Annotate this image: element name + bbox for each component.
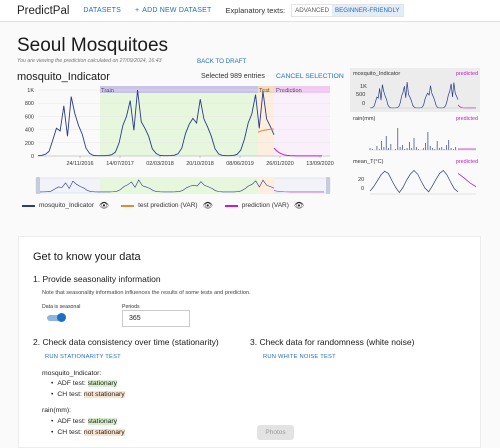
seasonal-label: Data is seasonal [42,304,81,310]
toggle-knob [57,313,66,322]
x-tick-label: 24/11/2016 [66,161,93,167]
ch-test-result: • CH test: not stationary [51,391,125,398]
x-tick-label: 14/07/2017 [106,161,134,167]
legend-label-prediction: prediction (VAR) [241,202,289,209]
seasonal-toggle[interactable] [47,313,66,322]
x-tick-label: 20/10/2018 [186,161,214,167]
side-chart-mosquito[interactable]: mosquito_Indicator predicted 1K 500 0 [350,68,480,112]
ch-label: CH test: [57,429,82,436]
chart-legend: mosquito_Indicator 👁 test prediction (VA… [22,201,316,210]
y-tick-label: 600 [25,114,34,120]
step2-title: 2. Check data consistency over time (sta… [33,337,219,347]
ch-value: not stationary [83,391,125,398]
adf-test-result: • ADF test: stationary [51,418,118,425]
region-label: Test [259,88,270,94]
legend-label-actual: mosquito_Indicator [39,202,94,209]
legend-swatch-actual [22,204,35,207]
side-line [369,169,459,194]
overview-train-region [100,178,258,193]
x-tick-label: 26/01/2020 [266,161,294,167]
adf-test-result: • ADF test: stationary [51,380,118,387]
y-tick-label: 400 [25,128,34,134]
side-prediction-line [457,173,477,187]
step1-note: Note that seasonality information influe… [42,290,251,296]
region-label: Train [101,88,114,94]
side-chart-temperature[interactable]: mean_T(°C) predicted 20 0 [350,157,480,197]
legend-item-actual[interactable]: mosquito_Indicator 👁 [22,201,109,210]
variable-name: mosquito_Indicator: [42,370,102,377]
brush-handle-right [326,177,330,194]
card-heading: Get to know your data [33,251,141,263]
y-tick-label: 800 [25,101,34,107]
periods-input[interactable]: 365 [122,310,190,327]
bullet: • [51,429,54,436]
ch-test-result: • CH test: not stationary [51,429,125,436]
legend-item-test-prediction[interactable]: test prediction (VAR) 👁 [121,201,213,210]
y-tick-label: 1K [27,88,34,94]
side-line [369,81,459,109]
step3-title: 3. Check data for randomness (white nois… [250,337,415,347]
y-tick-label: 0 [31,154,34,160]
adf-label: ADF test: [57,380,86,387]
step1-title: 1. Provide seasonality information [33,274,161,284]
ch-value: not stationary [83,429,125,436]
run-stationarity-button[interactable]: RUN STATIONARITY TEST [45,354,121,360]
legend-swatch-test [121,204,135,207]
x-tick-label: 02/03/2018 [146,161,174,167]
photos-button[interactable]: Photos [257,425,294,440]
get-to-know-data-card: Get to know your data 1. Provide seasona… [18,236,481,448]
bullet: • [51,391,54,398]
variable-name: rain(mm): [42,407,72,414]
adf-value: stationary [87,418,118,425]
eye-icon[interactable]: 👁 [294,201,304,210]
eye-icon[interactable]: 👁 [99,201,109,210]
x-tick-label: 13/09/2020 [306,161,334,167]
test-region [258,93,274,156]
legend-swatch-prediction [224,204,238,207]
bullet: • [51,380,54,387]
legend-label-test: test prediction (VAR) [138,202,198,209]
run-white-noise-button[interactable]: RUN WHITE NOISE TEST [263,354,336,360]
prediction-region [274,93,330,156]
ch-label: CH test: [57,391,82,398]
y-tick-label: 200 [25,141,34,147]
train-label-bar [100,86,258,93]
adf-value: stationary [87,380,118,387]
eye-icon[interactable]: 👁 [203,201,213,210]
region-label: Prediction [276,88,302,94]
brush-handle-left [36,177,40,194]
legend-item-prediction[interactable]: prediction (VAR) 👁 [224,201,304,210]
x-tick-label: 08/06/2019 [226,161,254,167]
side-chart-rain[interactable]: rain(mm) predicted [350,114,480,154]
bullet: • [51,418,54,425]
side-prediction-line [457,104,476,109]
adf-label: ADF test: [57,418,86,425]
